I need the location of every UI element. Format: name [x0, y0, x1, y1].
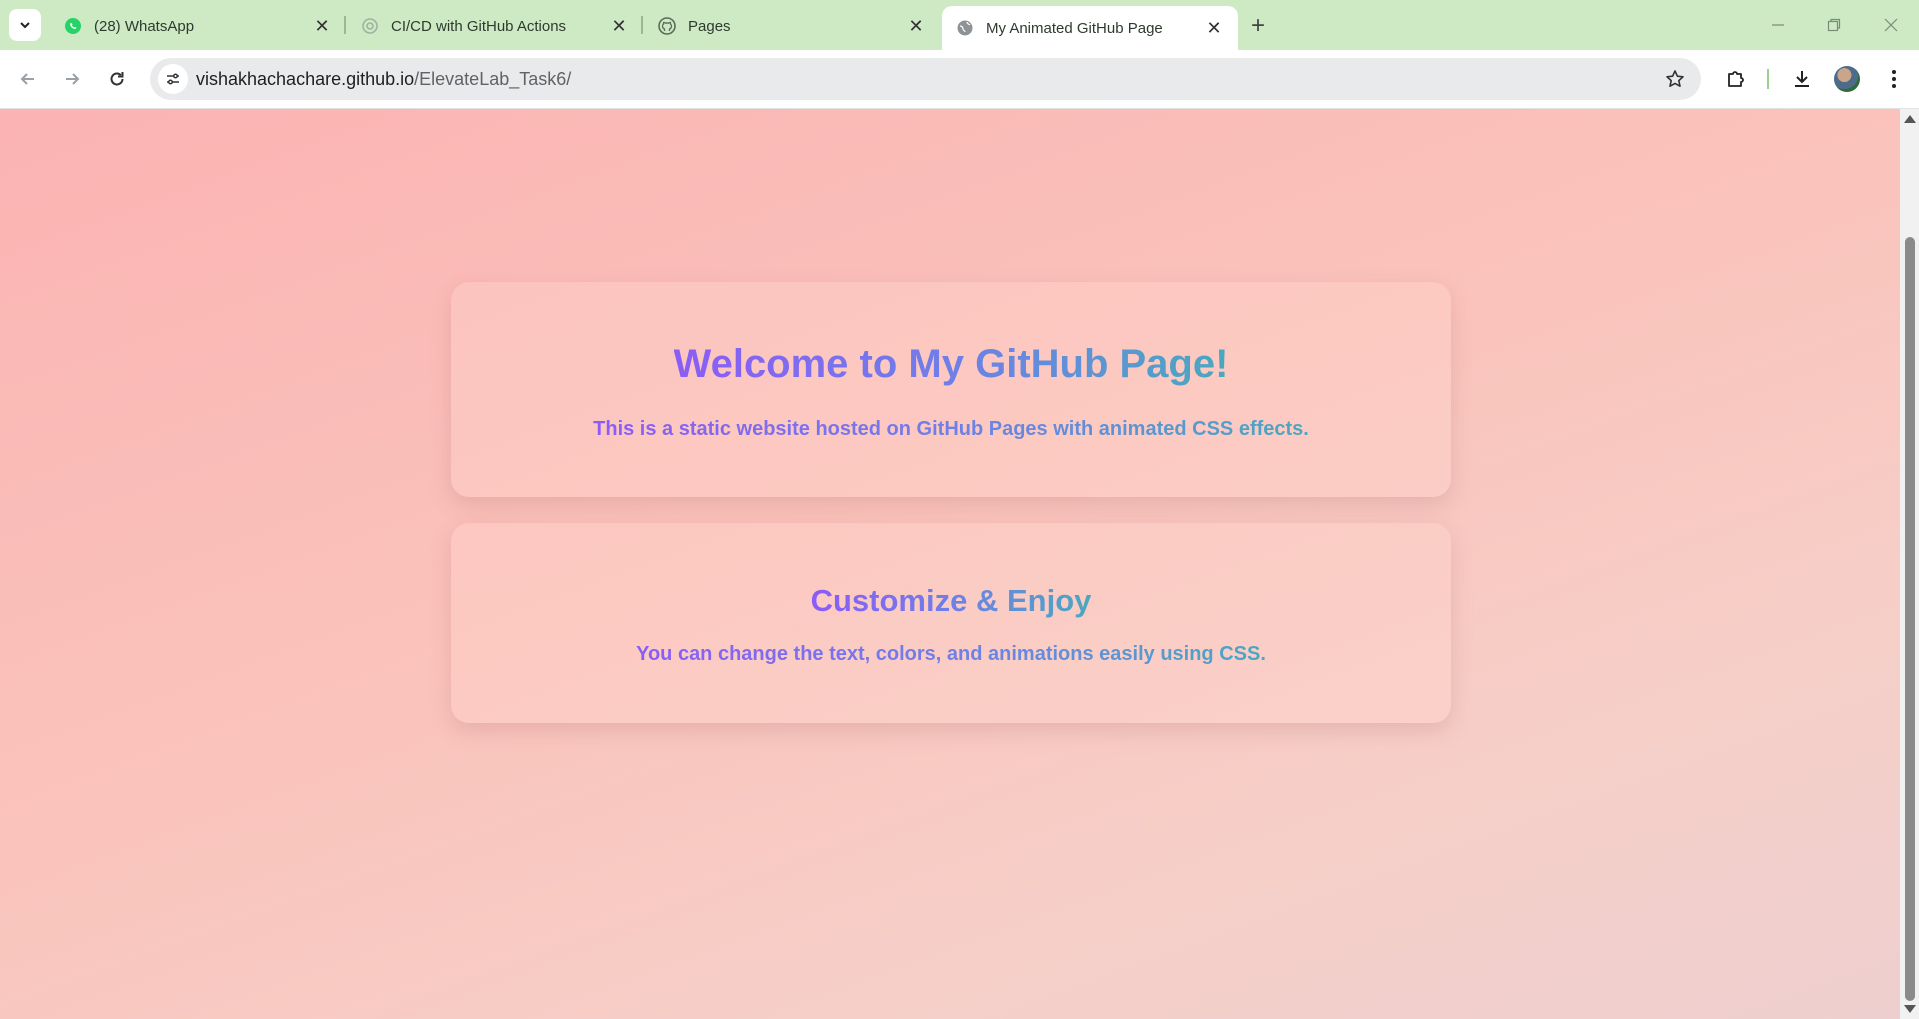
globe-icon	[956, 19, 974, 37]
close-icon[interactable]: ✕	[609, 16, 629, 36]
scroll-up-arrow-icon[interactable]	[1904, 115, 1916, 123]
tab-whatsapp[interactable]: (28) WhatsApp ✕	[50, 6, 346, 46]
customize-card: Customize & Enjoy You can change the tex…	[451, 523, 1451, 723]
welcome-heading: Welcome to My GitHub Page!	[451, 342, 1451, 387]
star-icon	[1666, 70, 1684, 87]
customize-heading: Customize & Enjoy	[451, 583, 1451, 619]
tab-cicd[interactable]: CI/CD with GitHub Actions ✕	[347, 6, 643, 46]
minimize-button[interactable]	[1758, 10, 1798, 40]
site-info-button[interactable]	[158, 64, 188, 94]
puzzle-icon	[1728, 71, 1744, 87]
welcome-description: This is a static website hosted on GitHu…	[451, 418, 1451, 441]
forward-button[interactable]	[56, 63, 88, 95]
arrow-right-icon	[66, 73, 80, 85]
more-vert-icon	[1892, 70, 1896, 88]
bookmark-star-button[interactable]	[1663, 67, 1687, 91]
address-bar[interactable]: vishakhachachare.github.io/ElevateLab_Ta…	[150, 58, 1701, 100]
welcome-card: Welcome to My GitHub Page! This is a sta…	[451, 282, 1451, 497]
back-button[interactable]	[12, 63, 44, 95]
new-tab-button[interactable]: +	[1244, 12, 1272, 40]
menu-button[interactable]	[1878, 63, 1910, 95]
reload-icon	[110, 72, 124, 86]
welcome-heading-text: Welcome to My GitHub Page!	[673, 342, 1229, 386]
tune-icon	[167, 73, 179, 85]
tab-pages[interactable]: Pages ✕	[644, 6, 940, 46]
welcome-description-text: This is a static website hosted on GitHu…	[593, 418, 1309, 440]
github-icon	[658, 17, 676, 35]
restore-button[interactable]	[1814, 10, 1854, 40]
close-icon[interactable]: ✕	[906, 16, 926, 36]
customize-description: You can change the text, colors, and ani…	[451, 643, 1451, 666]
chevron-down-icon	[20, 22, 30, 29]
tab-divider	[344, 16, 346, 34]
tab-title: Pages	[688, 17, 731, 35]
scroll-down-arrow-icon[interactable]	[1904, 1005, 1916, 1013]
tab-divider	[641, 16, 643, 34]
restore-icon	[1827, 18, 1841, 32]
arrow-left-icon	[20, 73, 34, 85]
vertical-scrollbar[interactable]	[1900, 109, 1919, 1019]
url-text: vishakhachachare.github.io/ElevateLab_Ta…	[196, 69, 571, 90]
profile-avatar[interactable]	[1834, 66, 1860, 92]
customize-heading-text: Customize & Enjoy	[810, 583, 1092, 618]
page-viewport: Welcome to My GitHub Page! This is a sta…	[0, 109, 1900, 1019]
tab-title: CI/CD with GitHub Actions	[391, 17, 567, 35]
download-icon	[1795, 71, 1809, 87]
plus-icon: +	[1250, 12, 1265, 39]
tab-strip: (28) WhatsApp ✕ CI/CD with GitHub Action…	[0, 0, 1919, 50]
tab-title: My Animated GitHub Page	[986, 19, 1163, 37]
close-icon[interactable]: ✕	[1204, 18, 1224, 38]
tab-title: (28) WhatsApp	[94, 17, 195, 35]
close-window-button[interactable]	[1871, 10, 1911, 40]
close-icon	[1884, 18, 1898, 32]
toolbar-divider	[1767, 69, 1769, 89]
minimize-icon	[1772, 24, 1784, 26]
chatgpt-icon	[361, 17, 379, 35]
reload-button[interactable]	[101, 63, 133, 95]
tab-animated-page[interactable]: My Animated GitHub Page ✕	[942, 6, 1238, 50]
url-host: vishakhachachare.github.io	[196, 69, 415, 89]
extensions-button[interactable]	[1720, 63, 1752, 95]
customize-description-text: You can change the text, colors, and ani…	[636, 643, 1266, 665]
tab-search-button[interactable]	[9, 9, 41, 41]
whatsapp-icon	[64, 17, 82, 35]
close-icon[interactable]: ✕	[312, 16, 332, 36]
url-path: /ElevateLab_Task6/	[414, 69, 572, 89]
scrollbar-thumb[interactable]	[1905, 237, 1915, 1001]
browser-toolbar: vishakhachachare.github.io/ElevateLab_Ta…	[0, 50, 1919, 109]
downloads-button[interactable]	[1786, 63, 1818, 95]
